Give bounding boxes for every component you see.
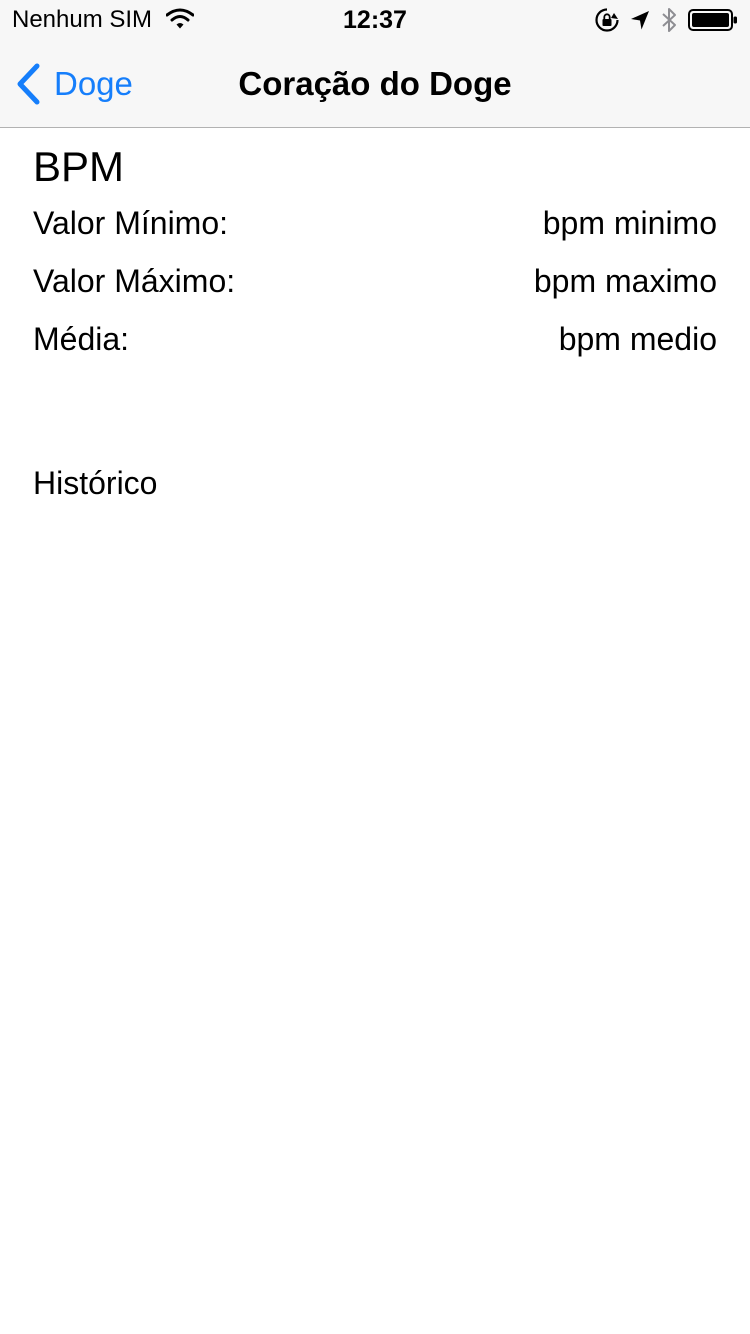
bpm-max-value: bpm maximo: [533, 262, 717, 299]
bpm-row-min: Valor Mínimo: bpm minimo: [33, 203, 717, 243]
bpm-max-label: Valor Máximo:: [33, 262, 236, 299]
bpm-min-value: bpm minimo: [542, 204, 717, 241]
status-bar: Nenhum SIM 12:37: [0, 0, 750, 40]
screen: Nenhum SIM 12:37 Doge Coração do Doge BP…: [0, 0, 750, 1334]
location-arrow-icon: [631, 11, 649, 30]
bluetooth-icon: [662, 8, 676, 32]
navigation-bar: Doge Coração do Doge: [0, 40, 750, 128]
bpm-average-label: Média:: [33, 320, 130, 357]
history-title: Histórico: [33, 465, 158, 501]
page-title: Coração do Doge: [238, 65, 512, 102]
battery-icon: [688, 9, 737, 31]
orientation-lock-icon: [595, 8, 619, 32]
bpm-min-label: Valor Mínimo:: [33, 204, 229, 241]
bpm-row-max: Valor Máximo: bpm maximo: [33, 261, 717, 301]
bpm-section-title: BPM: [33, 143, 125, 190]
status-icons: [594, 6, 738, 34]
bpm-average-value: bpm medio: [558, 320, 717, 357]
top-bar: Nenhum SIM 12:37 Doge Coração do Doge: [0, 0, 750, 128]
bpm-row-average: Média: bpm medio: [33, 319, 717, 359]
